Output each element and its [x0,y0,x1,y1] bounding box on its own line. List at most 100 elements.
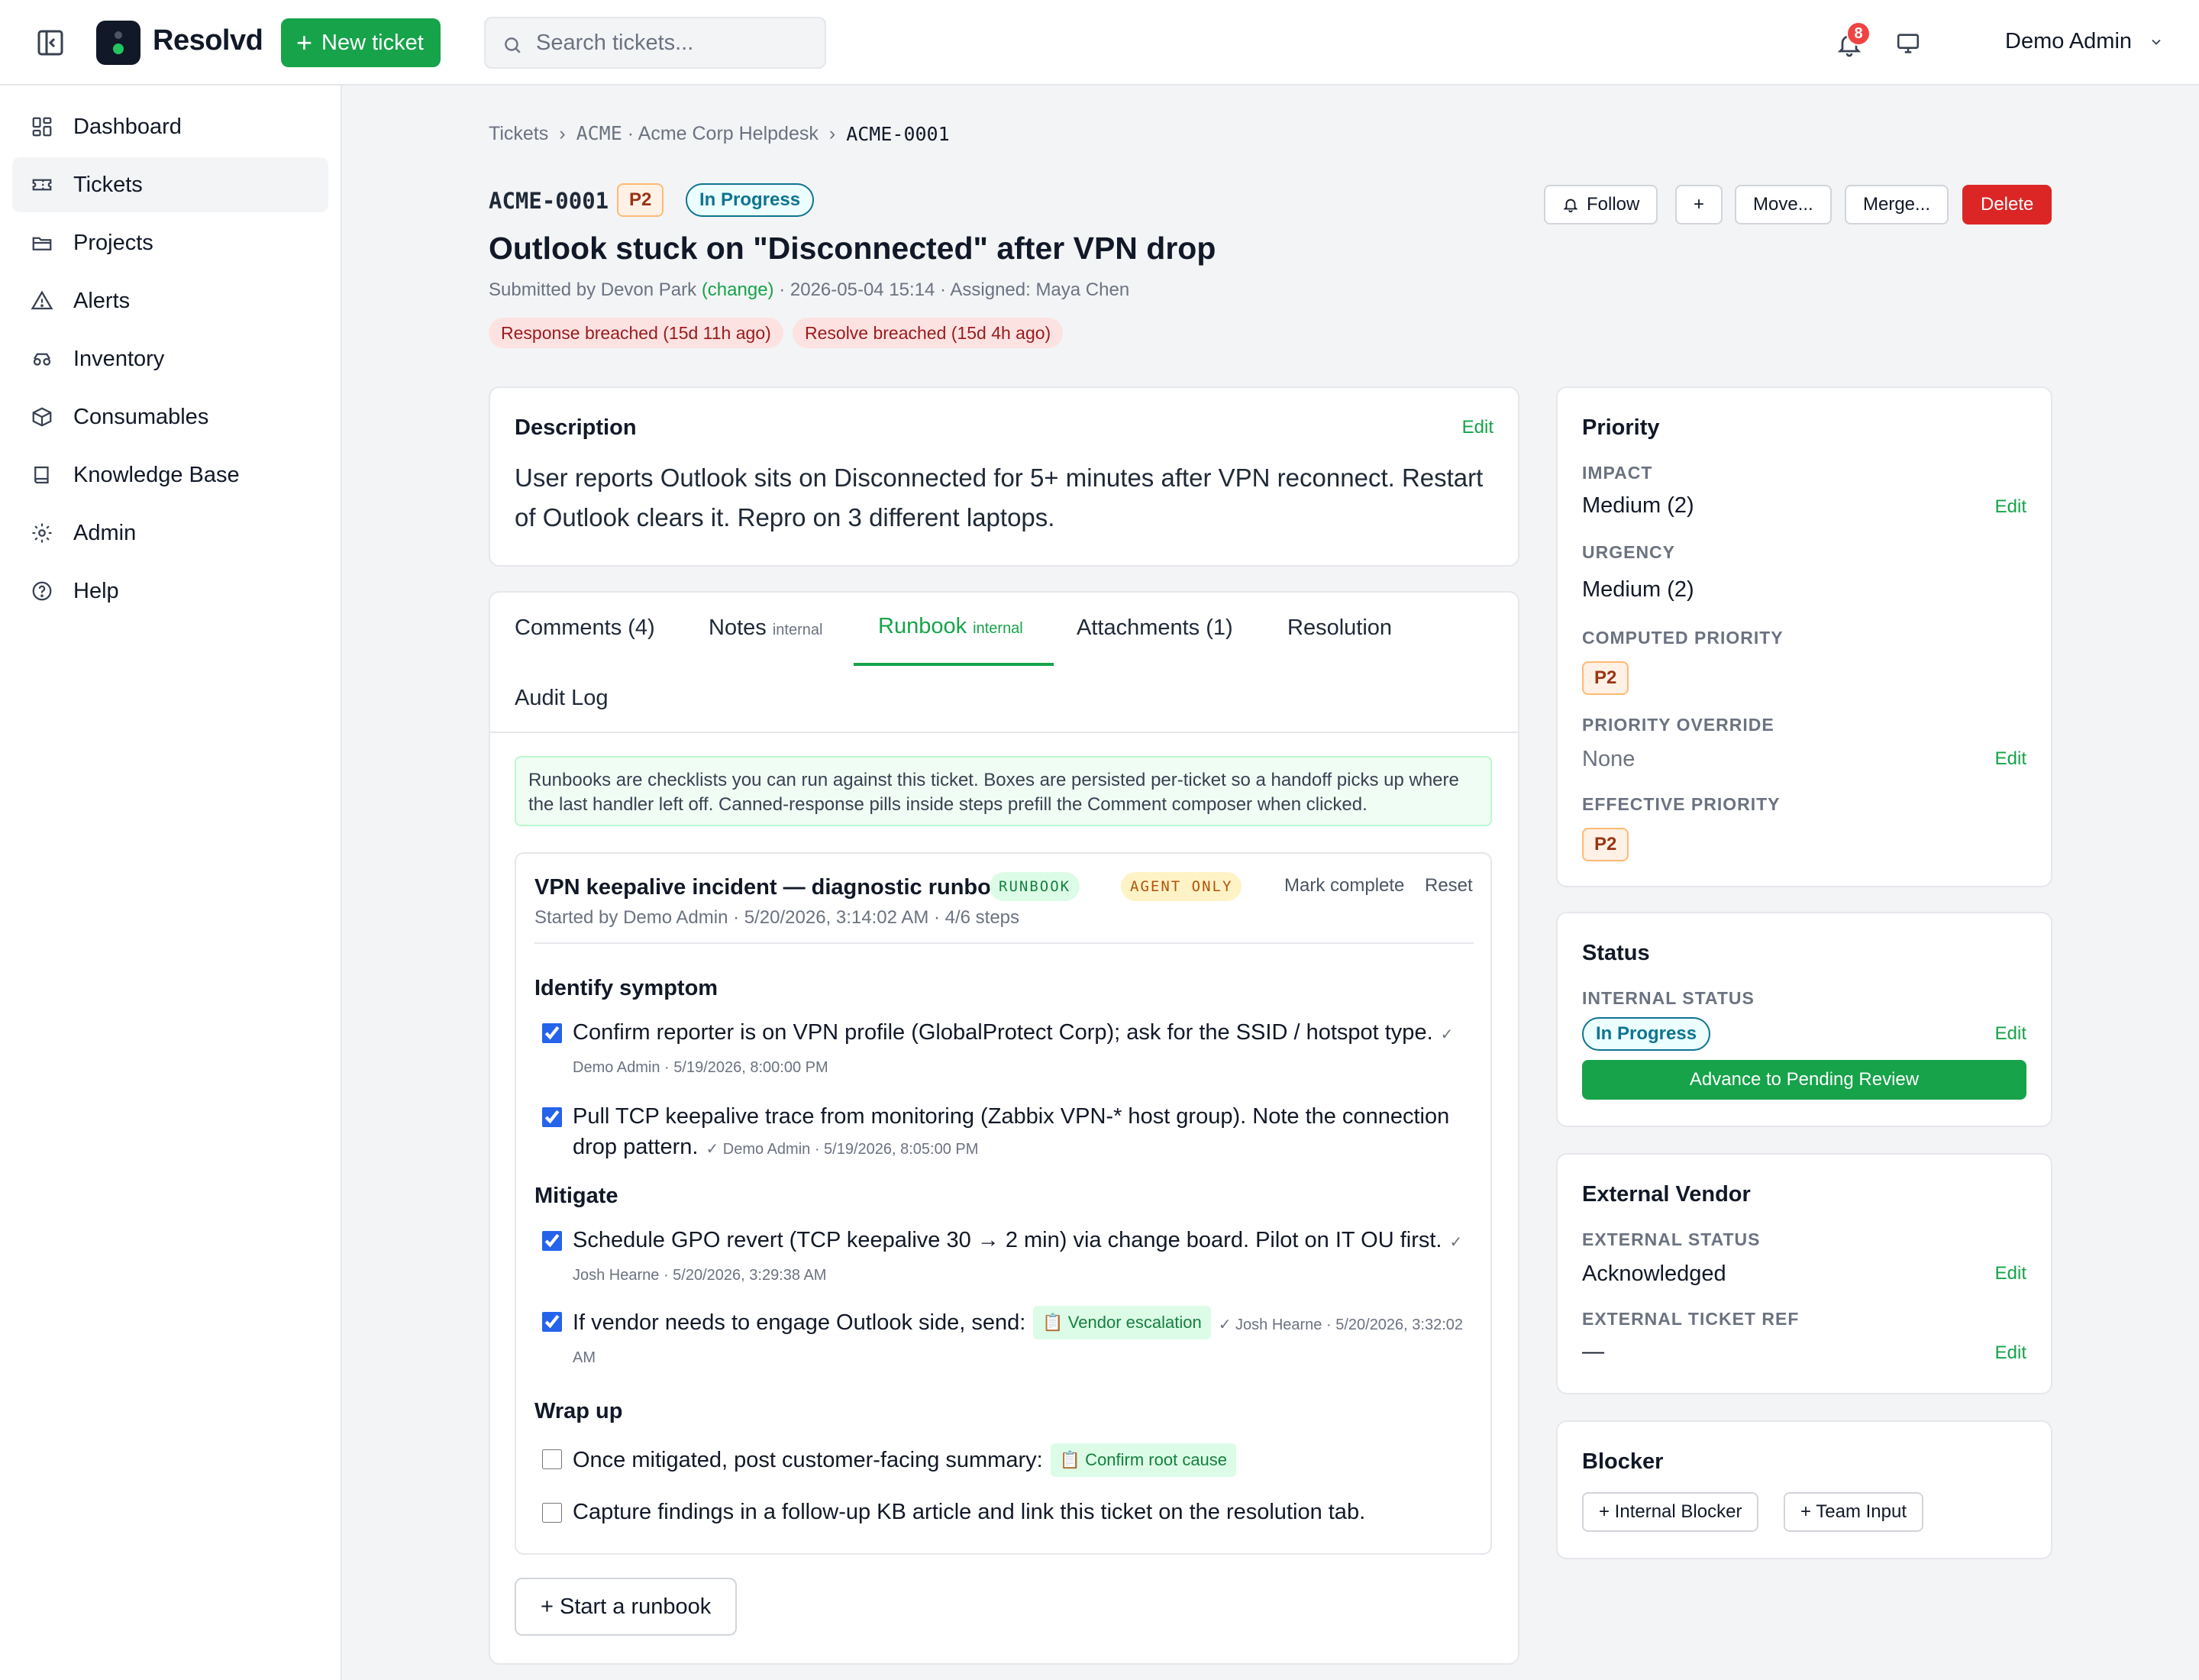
help-circle-icon [32,581,52,601]
delete-button[interactable]: Delete [1962,185,2052,225]
step-checkbox[interactable] [542,1312,562,1332]
tab-label: Audit Log [515,686,609,710]
step-text: Once mitigated, post customer-facing sum… [573,1448,1043,1472]
sidebar-item-help[interactable]: Help [12,564,328,619]
search-box[interactable] [484,17,826,69]
description-body: User reports Outlook sits on Disconnecte… [515,464,1484,531]
description-heading: Description [515,415,637,440]
step-checkbox[interactable] [542,1503,562,1523]
tab-audit-log[interactable]: Audit Log [515,686,609,711]
sidebar-item-label: Inventory [73,346,165,371]
tab-suffix: internal [772,622,823,638]
impact-edit-link[interactable]: Edit [1995,496,2026,518]
follow-button[interactable]: Follow [1544,185,1658,225]
status-edit-link[interactable]: Edit [1995,1023,2026,1045]
runbook-section-title: Mitigate [534,1184,618,1208]
status-heading: Status [1582,941,1650,965]
tab-label: Comments (4) [515,615,655,640]
sidebar-item-label: Alerts [73,288,131,313]
merge-button[interactable]: Merge... [1845,185,1949,225]
external-ref-edit-link[interactable]: Edit [1995,1342,2026,1364]
sidebar-item-admin[interactable]: Admin [12,506,328,561]
external-status-value: Acknowledged [1582,1262,1726,1286]
sidebar-item-knowledge-base[interactable]: Knowledge Base [12,447,328,502]
sidebar-item-dashboard[interactable]: Dashboard [12,99,328,154]
tab-notes[interactable]: Notes internal [709,615,822,641]
sidebar-item-alerts[interactable]: Alerts [12,273,328,328]
effective-priority-badge: P2 [1582,828,1629,861]
canned-response-pill[interactable]: 📋 Vendor escalation [1033,1306,1211,1339]
step-text: Pull TCP keepalive trace from monitoring… [573,1104,1450,1159]
impact-label: IMPACT [1582,463,1653,483]
tab-runbook[interactable]: Runbook internal [878,614,1023,639]
tab-resolution[interactable]: Resolution [1287,615,1392,641]
start-runbook-button[interactable]: + Start a runbook [515,1578,738,1636]
status-card: Status INTERNAL STATUS In Progress Edit … [1556,912,2052,1127]
book-icon [34,466,49,484]
sidebar-item-inventory[interactable]: Inventory [12,331,328,386]
effective-priority-label: EFFECTIVE PRIORITY [1582,794,1781,814]
notifications-badge: 8 [1846,21,1871,46]
alert-triangle-icon [31,290,53,310]
sla-badge-resolve: Resolve breached (15d 4h ago) [793,318,1064,348]
sidebar-item-tickets[interactable]: Tickets [12,157,328,212]
ticket-id: ACME-0001 [489,188,609,214]
user-name: Demo Admin [2005,29,2133,53]
monitor-icon[interactable] [1894,31,1923,57]
impact-value: Medium (2) [1582,493,1694,518]
sidebar-item-label: Projects [73,230,153,255]
add-button[interactable]: + [1675,185,1723,225]
change-submitter-link[interactable]: (change) [702,279,774,300]
tab-attachments[interactable]: Attachments (1) [1077,615,1233,641]
override-edit-link[interactable]: Edit [1995,748,2026,770]
breadcrumb-project-code: ACME [576,122,622,144]
tab-comments[interactable]: Comments (4) [515,615,655,641]
external-status-label: EXTERNAL STATUS [1582,1229,1761,1249]
sidebar-toggle-icon[interactable] [35,27,66,58]
urgency-value: Medium (2) [1582,577,1694,602]
step-checkbox[interactable] [542,1449,562,1469]
plus-icon: + [296,27,313,58]
canned-response-pill[interactable]: 📋 Confirm root cause [1050,1443,1237,1477]
runbook-step: If vendor needs to engage Outlook side, … [534,1306,1474,1373]
brand-name: Resolvd [153,24,263,57]
search-input[interactable] [536,18,811,67]
sidebar-item-consumables[interactable]: Consumables [12,389,328,444]
blocker-card: Blocker + Internal Blocker + Team Input [1556,1420,2052,1559]
runbook-section-title: Identify symptom [534,976,718,1000]
reset-button[interactable]: Reset [1425,875,1473,897]
breadcrumb-project[interactable]: ACME · Acme Corp Helpdesk [576,122,819,145]
runbook-started-info: Started by Demo Admin · 5/20/2026, 3:14:… [534,907,1020,928]
step-text: If vendor needs to engage Outlook side, … [573,1310,1026,1335]
priority-badge: P2 [617,183,664,217]
mark-complete-button[interactable]: Mark complete [1284,875,1404,897]
runbook-panel: VPN keepalive incident — diagnostic runb… [515,852,1492,1555]
step-checkbox[interactable] [542,1107,562,1127]
blocker-heading: Blocker [1582,1449,1664,1474]
step-checkbox[interactable] [542,1023,562,1043]
add-team-input-button[interactable]: + Team Input [1784,1492,1923,1532]
breadcrumb-separator: › [828,122,836,144]
step-checkbox[interactable] [542,1231,562,1251]
sidebar-item-projects[interactable]: Projects [12,215,328,270]
add-internal-blocker-button[interactable]: + Internal Blocker [1582,1492,1759,1532]
advance-status-button[interactable]: Advance to Pending Review [1582,1060,2026,1100]
description-edit-link[interactable]: Edit [1462,417,1493,438]
runbook-step: Confirm reporter is on VPN profile (Glob… [534,1017,1474,1083]
ticket-tabs-card: Comments (4) Notes internal Runbook inte… [489,591,1519,1665]
new-ticket-button[interactable]: + New ticket [281,18,441,67]
internal-status-label: INTERNAL STATUS [1582,988,1755,1008]
status-badge: In Progress [686,183,815,217]
breadcrumb-tickets[interactable]: Tickets [489,123,548,145]
runbook-section-title: Wrap up [534,1399,623,1423]
bell-icon [1563,199,1578,213]
breadcrumb-separator: › [559,122,566,144]
user-menu[interactable]: Demo Admin [2005,29,2164,54]
folder-icon [32,237,52,250]
sidebar-item-label: Tickets [73,172,143,197]
external-status-edit-link[interactable]: Edit [1995,1263,2026,1284]
computed-priority-label: COMPUTED PRIORITY [1582,628,1784,648]
move-button[interactable]: Move... [1735,185,1832,225]
priority-heading: Priority [1582,415,1660,440]
search-icon [505,37,521,53]
